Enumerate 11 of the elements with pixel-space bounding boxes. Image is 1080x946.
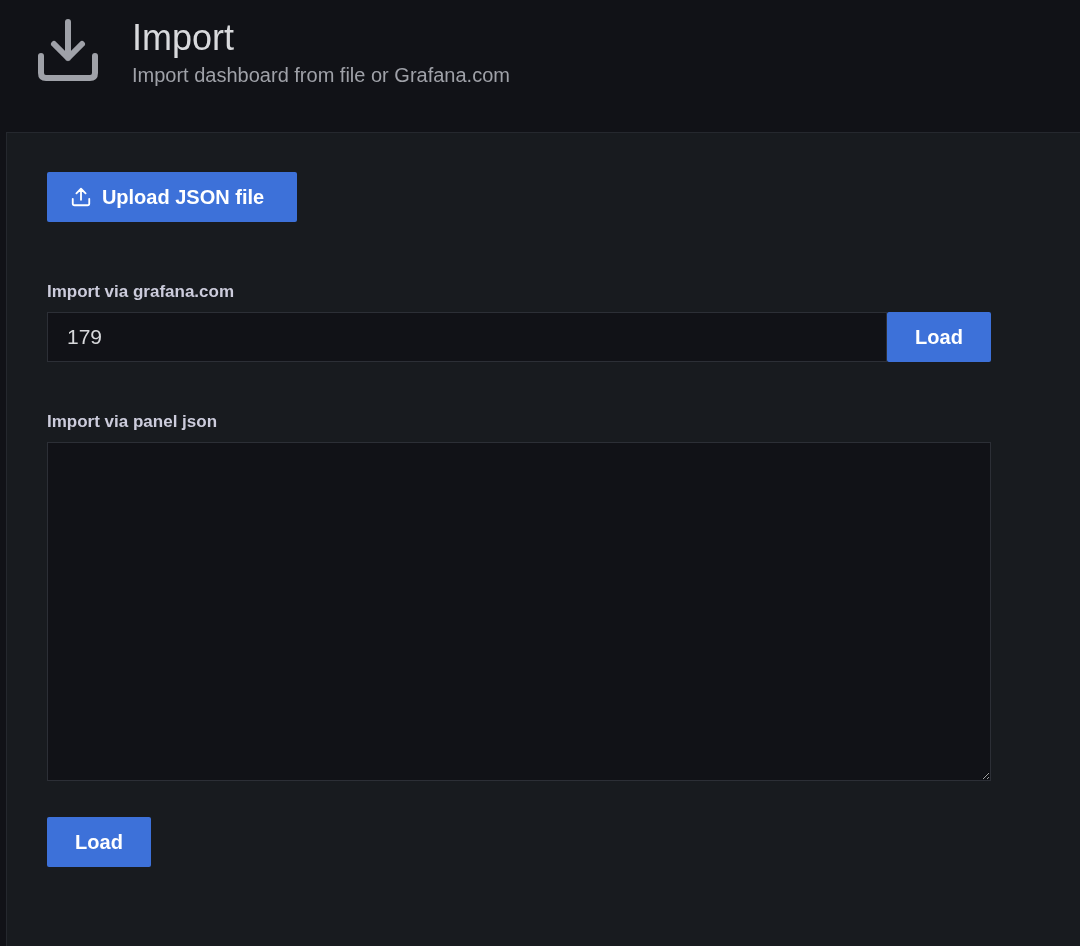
upload-json-button[interactable]: Upload JSON file bbox=[47, 172, 297, 222]
upload-icon bbox=[69, 186, 92, 208]
page-title: Import bbox=[132, 16, 236, 60]
load-button[interactable]: Load bbox=[47, 817, 151, 867]
field-label: Import via panel json bbox=[47, 412, 219, 432]
download-icon bbox=[36, 18, 100, 82]
field-label: Import via grafana.com bbox=[47, 282, 236, 302]
grafana-id-input[interactable]: 179 bbox=[47, 312, 887, 362]
page-subtitle: Import dashboard from file or Grafana.com bbox=[132, 64, 510, 87]
json-textarea[interactable] bbox=[47, 442, 991, 781]
load-button[interactable]: Load bbox=[887, 312, 991, 362]
